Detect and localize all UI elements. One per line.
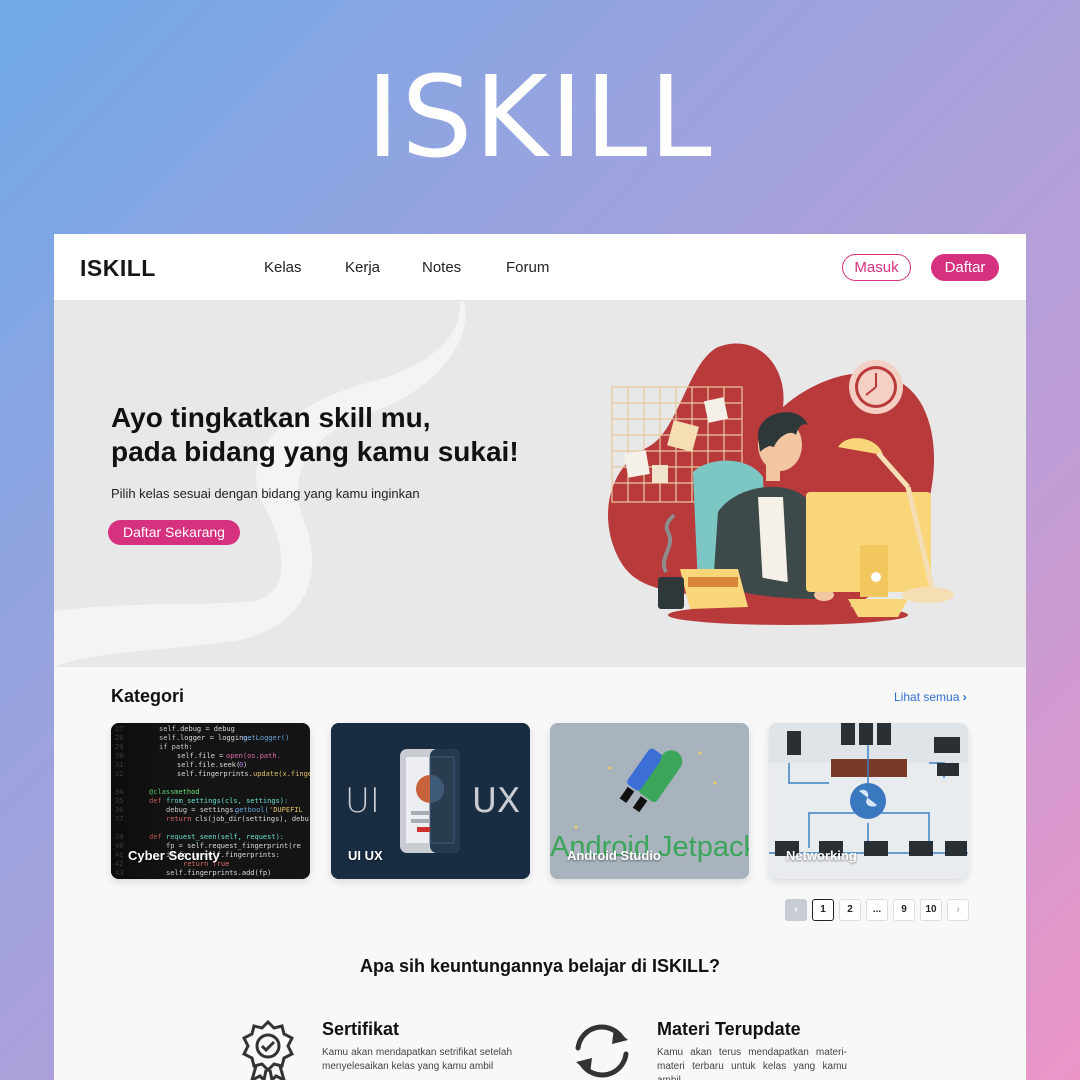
hero-heading-line2: pada bidang yang kamu sukai! — [111, 436, 519, 467]
pagination-page-10[interactable]: 10 — [920, 899, 942, 921]
pagination-page-9[interactable]: 9 — [893, 899, 915, 921]
promo-title: ISKILL — [366, 53, 714, 183]
category-card-android-studio[interactable]: Android Jetpack Android Studio — [550, 723, 749, 879]
certificate-icon — [241, 1020, 295, 1080]
register-now-button[interactable]: Daftar Sekarang — [108, 520, 240, 545]
nav-link-kerja[interactable]: Kerja — [345, 259, 380, 276]
benefit-title-sertifikat: Sertifikat — [322, 1019, 400, 1039]
refresh-icon — [575, 1024, 629, 1078]
nav-link-notes[interactable]: Notes — [422, 259, 461, 276]
see-all-label: Lihat semua — [894, 690, 960, 704]
website-mockup: ISKILL Kelas Kerja Notes Forum Masuk Daf… — [54, 234, 1026, 1080]
benefit-title-materi: Materi Terupdate — [657, 1019, 801, 1039]
hero-heading: Ayo tingkatkan skill mu, pada bidang yan… — [111, 401, 571, 469]
ux-art-text: UX — [472, 781, 521, 821]
category-label: Cyber Security — [128, 848, 220, 863]
chevron-left-icon: ‹ — [794, 904, 798, 915]
category-label: Networking — [786, 848, 857, 863]
chevron-right-icon: › — [962, 690, 967, 704]
ui-art-text: UI — [345, 781, 380, 821]
benefit-text-materi: Kamu akan terus mendapatkan materi-mater… — [657, 1047, 847, 1080]
pagination-page-2[interactable]: 2 — [839, 899, 861, 921]
pagination-ellipsis: ... — [866, 899, 888, 921]
benefit-text-sertifikat: Kamu akan mendapatkan setrifikat setelah… — [322, 1047, 512, 1072]
hero-heading-line1: Ayo tingkatkan skill mu, — [111, 402, 431, 433]
benefits-heading: Apa sih keuntungannya belajar di ISKILL? — [359, 956, 721, 976]
hero-banner: Ayo tingkatkan skill mu, pada bidang yan… — [54, 301, 1026, 667]
pagination-page-1[interactable]: 1 — [812, 899, 834, 921]
chevron-right-icon: › — [956, 904, 960, 915]
category-card-cyber-security[interactable]: 27self.debug = debug 28self.logger = log… — [111, 723, 310, 879]
hero-illustration — [608, 343, 954, 625]
category-card-ui-ux[interactable]: UI UX UI UX — [331, 723, 530, 879]
nav-link-forum[interactable]: Forum — [506, 259, 549, 276]
category-card-networking[interactable]: Networking — [769, 723, 968, 879]
register-button[interactable]: Daftar — [931, 254, 999, 281]
login-button[interactable]: Masuk — [842, 254, 911, 281]
hero-subtitle: Pilih kelas sesuai dengan bidang yang ka… — [111, 486, 420, 501]
category-label: UI UX — [348, 848, 383, 863]
pagination-next-button[interactable]: › — [947, 899, 969, 921]
kategori-heading: Kategori — [111, 686, 185, 706]
navbar: ISKILL Kelas Kerja Notes Forum Masuk Daf… — [54, 234, 1026, 301]
category-label: Android Studio — [567, 848, 661, 863]
see-all-link[interactable]: Lihat semua › — [894, 690, 967, 704]
logo[interactable]: ISKILL — [80, 255, 156, 282]
pagination-prev-button[interactable]: ‹ — [785, 899, 807, 921]
nav-link-kelas[interactable]: Kelas — [264, 259, 302, 276]
